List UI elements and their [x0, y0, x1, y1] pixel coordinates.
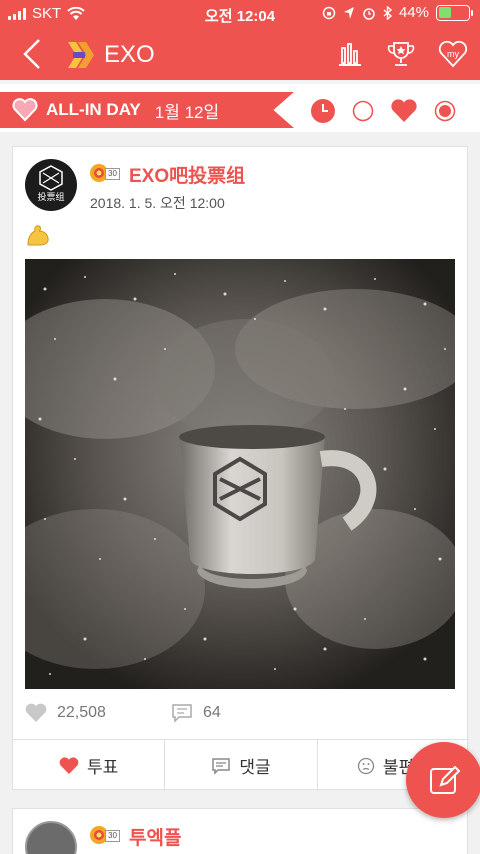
nav-bar: EXO my — [0, 28, 480, 80]
lock-rotation-icon — [322, 6, 336, 19]
comment-count: 64 — [203, 704, 221, 721]
chevron-left-icon[interactable] — [22, 38, 42, 70]
badge-level: 30 — [105, 168, 120, 180]
heart-icon[interactable] — [390, 99, 418, 123]
battery-percent: 44% — [398, 4, 429, 21]
post-image[interactable] — [25, 259, 455, 689]
clock-icon[interactable] — [310, 98, 336, 124]
vote-button[interactable]: 투표 — [13, 740, 166, 791]
vote-label: 투표 — [87, 758, 119, 777]
edit-icon — [430, 765, 461, 794]
comment-count-icon[interactable] — [171, 703, 193, 723]
bluetooth-icon — [383, 5, 392, 20]
my-heart-icon[interactable]: my — [438, 40, 468, 68]
avatar[interactable]: 投票组 — [25, 159, 77, 211]
all-in-day-date: 1월 12일 — [154, 102, 220, 122]
post-card: 投票组 30 EXO吧投票组 2018. 1. 5. 오전 12:00 22,5… — [12, 146, 469, 791]
empty-circle-icon[interactable] — [352, 100, 374, 122]
comment-button[interactable]: 댓글 — [165, 740, 318, 791]
next-post-card: 30 투엑플 — [12, 808, 468, 854]
write-post-button[interactable] — [406, 742, 480, 818]
like-count: 22,508 — [57, 704, 106, 721]
exo-hexagon-icon — [39, 165, 63, 191]
heart-gray-icon[interactable] — [25, 703, 47, 723]
all-in-day-band: ALL-IN DAY 1월 12일 — [0, 80, 480, 132]
mug-artwork — [25, 259, 455, 689]
record-icon[interactable] — [434, 100, 456, 122]
heart-icon — [59, 756, 79, 774]
level-badge: 30 — [89, 825, 120, 850]
frown-icon — [357, 757, 375, 774]
comment-icon — [212, 757, 231, 775]
nav-title: EXO — [104, 41, 155, 68]
bar-chart-icon[interactable] — [336, 40, 364, 68]
level-badge: 30 — [89, 163, 120, 188]
post-stats: 22,508 64 — [25, 703, 455, 727]
post-actions: 투표 댓글 불편해 — [13, 739, 469, 791]
battery-icon — [436, 4, 473, 21]
avatar-text: 投票组 — [37, 192, 65, 202]
badge-level: 30 — [105, 830, 120, 842]
post-author[interactable]: EXO吧投票组 — [129, 161, 245, 188]
flexed-biceps-icon — [27, 225, 49, 246]
avatar[interactable] — [25, 821, 77, 854]
status-bar: SKT 오전 12:04 44% — [0, 0, 480, 28]
post-author[interactable]: 투엑플 — [129, 823, 181, 850]
location-icon — [343, 6, 354, 19]
all-in-day-label: ALL-IN DAY — [46, 100, 141, 119]
post-timestamp: 2018. 1. 5. 오전 12:00 — [90, 195, 225, 211]
trophy-icon[interactable] — [386, 40, 416, 68]
heart-outline-icon — [12, 98, 38, 122]
all-in-day-ribbon[interactable]: ALL-IN DAY 1월 12일 — [0, 92, 294, 128]
alarm-icon — [363, 7, 375, 20]
comment-label: 댓글 — [239, 758, 271, 777]
svg-text:my: my — [447, 49, 459, 59]
exo-logo-icon — [68, 42, 94, 68]
